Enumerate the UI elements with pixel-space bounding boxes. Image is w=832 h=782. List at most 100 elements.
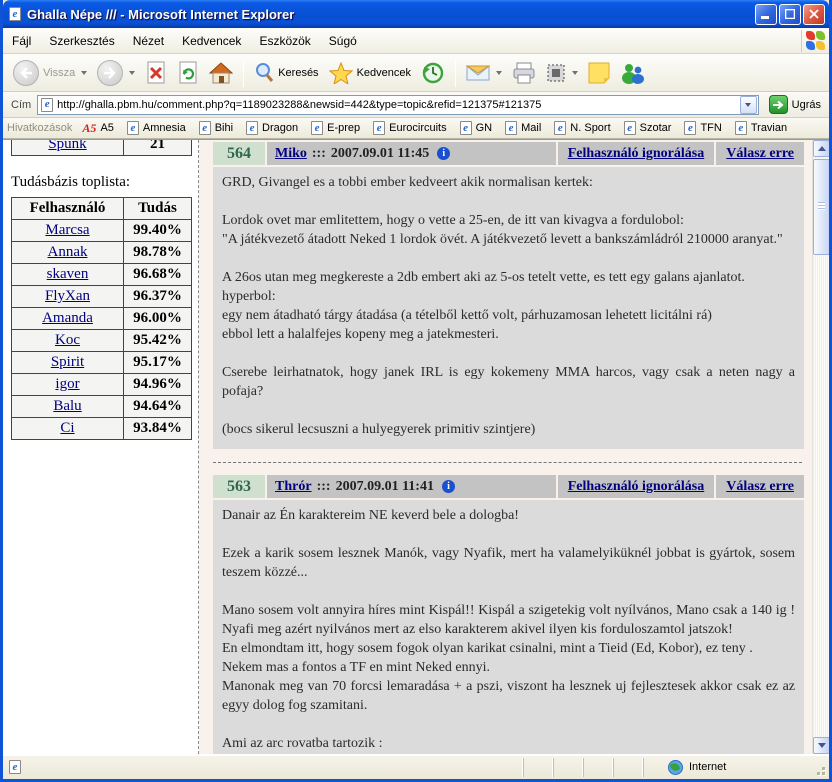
score-value: 96.68% <box>133 266 182 282</box>
close-button[interactable] <box>803 4 825 25</box>
links-bar-label: Hivatkozások <box>7 122 72 134</box>
discuss-button[interactable] <box>584 57 614 89</box>
scroll-up-button[interactable] <box>813 140 829 157</box>
status-segment <box>613 758 643 777</box>
post-number: 563 <box>213 475 265 498</box>
user-link[interactable]: Koc <box>55 332 80 348</box>
score-value: 98.78% <box>133 244 182 260</box>
user-link[interactable]: FlyXan <box>45 288 90 304</box>
favorites-button[interactable]: Kedvencek <box>325 57 415 89</box>
table-row: Spunk 21 <box>12 140 192 156</box>
user-link-spunk[interactable]: Spunk <box>48 140 86 152</box>
search-button[interactable]: Keresés <box>250 57 322 89</box>
link-n-sport[interactable]: eN. Sport <box>554 121 610 135</box>
user-link[interactable]: Ci <box>60 420 74 436</box>
info-icon[interactable]: i <box>437 147 450 160</box>
post-number: 564 <box>213 142 265 165</box>
reply-link[interactable]: Válasz erre <box>716 475 804 498</box>
address-dropdown-button[interactable] <box>740 96 757 114</box>
close-icon <box>809 9 819 19</box>
user-link[interactable]: Marcsa <box>45 222 89 238</box>
user-link[interactable]: skaven <box>47 266 89 282</box>
menu-file[interactable]: Fájl <box>3 30 40 52</box>
user-link[interactable]: Annak <box>48 244 88 260</box>
table-row: Ci 93.84% <box>12 418 192 440</box>
refresh-button[interactable] <box>173 57 203 89</box>
vertical-scrollbar[interactable] <box>812 140 829 754</box>
user-link[interactable]: Amanda <box>42 310 93 326</box>
menu-help[interactable]: Súgó <box>320 30 366 52</box>
favorites-label: Kedvencek <box>357 67 411 79</box>
post-author-cell: Miko ::: 2007.09.01 11:45 i <box>267 142 556 165</box>
maximize-button[interactable] <box>779 4 801 25</box>
link-dragon[interactable]: eDragon <box>246 121 298 135</box>
ignore-user-link[interactable]: Felhasználó ignorálása <box>558 475 715 498</box>
print-icon <box>512 62 536 84</box>
user-link[interactable]: Spirit <box>51 354 84 370</box>
link-szotar[interactable]: eSzotar <box>624 121 672 135</box>
table-row: igor94.96% <box>12 374 192 396</box>
user-link[interactable]: igor <box>55 376 79 392</box>
table-row: Amanda 96.00% <box>12 308 192 330</box>
menu-favorites[interactable]: Kedvencek <box>173 30 250 52</box>
history-button[interactable] <box>417 57 449 89</box>
score-value: 96.00% <box>133 310 182 326</box>
sidebar-top-table: Spunk 21 <box>11 140 192 156</box>
back-dropdown-icon[interactable] <box>81 71 87 75</box>
ie-page-icon: e <box>684 121 696 135</box>
post-separator: ::: <box>317 479 331 495</box>
menu-tools[interactable]: Eszközök <box>250 30 319 52</box>
link-a5[interactable]: A5 A5 <box>82 121 113 136</box>
print-button[interactable] <box>508 57 540 89</box>
mail-dropdown-icon[interactable] <box>496 71 502 75</box>
menu-view[interactable]: Nézet <box>124 30 173 52</box>
author-link[interactable]: Thrór <box>275 479 312 495</box>
minimize-button[interactable] <box>755 4 777 25</box>
author-link[interactable]: Miko <box>275 146 307 162</box>
scrollbar-thumb[interactable] <box>813 159 829 255</box>
stop-icon <box>145 61 167 85</box>
link-eurocircuits[interactable]: eEurocircuits <box>373 121 446 135</box>
address-input[interactable] <box>57 99 739 111</box>
chevron-down-icon <box>745 103 751 107</box>
messenger-button[interactable] <box>616 57 650 89</box>
scroll-down-button[interactable] <box>813 737 829 754</box>
forum-post-564: 564 Miko ::: 2007.09.01 11:45 i Felhaszn… <box>213 142 804 449</box>
score-value: 95.17% <box>133 354 182 370</box>
link-bihi[interactable]: eBihi <box>199 121 233 135</box>
score-value: 93.84% <box>133 420 182 436</box>
back-label: Vissza <box>43 67 75 79</box>
status-message-area: e <box>5 758 523 777</box>
search-label: Keresés <box>278 67 318 79</box>
go-label: Ugrás <box>792 99 821 111</box>
edit-button[interactable] <box>542 57 582 89</box>
link-gn[interactable]: eGN <box>460 121 493 135</box>
go-button[interactable]: Ugrás <box>765 94 825 115</box>
link-tfn[interactable]: eTFN <box>684 121 721 135</box>
resize-grip[interactable] <box>813 758 827 777</box>
forward-dropdown-icon[interactable] <box>129 71 135 75</box>
forward-button[interactable] <box>93 57 139 89</box>
info-icon[interactable]: i <box>442 480 455 493</box>
stop-button[interactable] <box>141 57 171 89</box>
edit-dropdown-icon[interactable] <box>572 71 578 75</box>
link-amnesia[interactable]: eAmnesia <box>127 121 186 135</box>
messenger-people-icon <box>620 62 646 84</box>
ignore-user-link[interactable]: Felhasználó ignorálása <box>558 142 715 165</box>
refresh-icon <box>177 61 199 85</box>
mail-button[interactable] <box>462 57 506 89</box>
status-segment <box>583 758 613 777</box>
back-button[interactable]: Vissza <box>9 57 91 89</box>
window-title: Ghalla Népe /// - Microsoft Internet Exp… <box>27 7 753 22</box>
link-travian[interactable]: eTravian <box>735 121 787 135</box>
user-link[interactable]: Balu <box>53 398 81 414</box>
menu-edit[interactable]: Szerkesztés <box>40 30 123 52</box>
link-e-prep[interactable]: eE-prep <box>311 121 360 135</box>
arrow-up-icon <box>818 146 826 151</box>
home-button[interactable] <box>205 57 237 89</box>
arrow-down-icon <box>818 743 826 748</box>
reply-link[interactable]: Válasz erre <box>716 142 804 165</box>
link-mail[interactable]: eMail <box>505 121 541 135</box>
ie-page-icon: e <box>41 98 53 112</box>
post-divider <box>213 462 802 463</box>
